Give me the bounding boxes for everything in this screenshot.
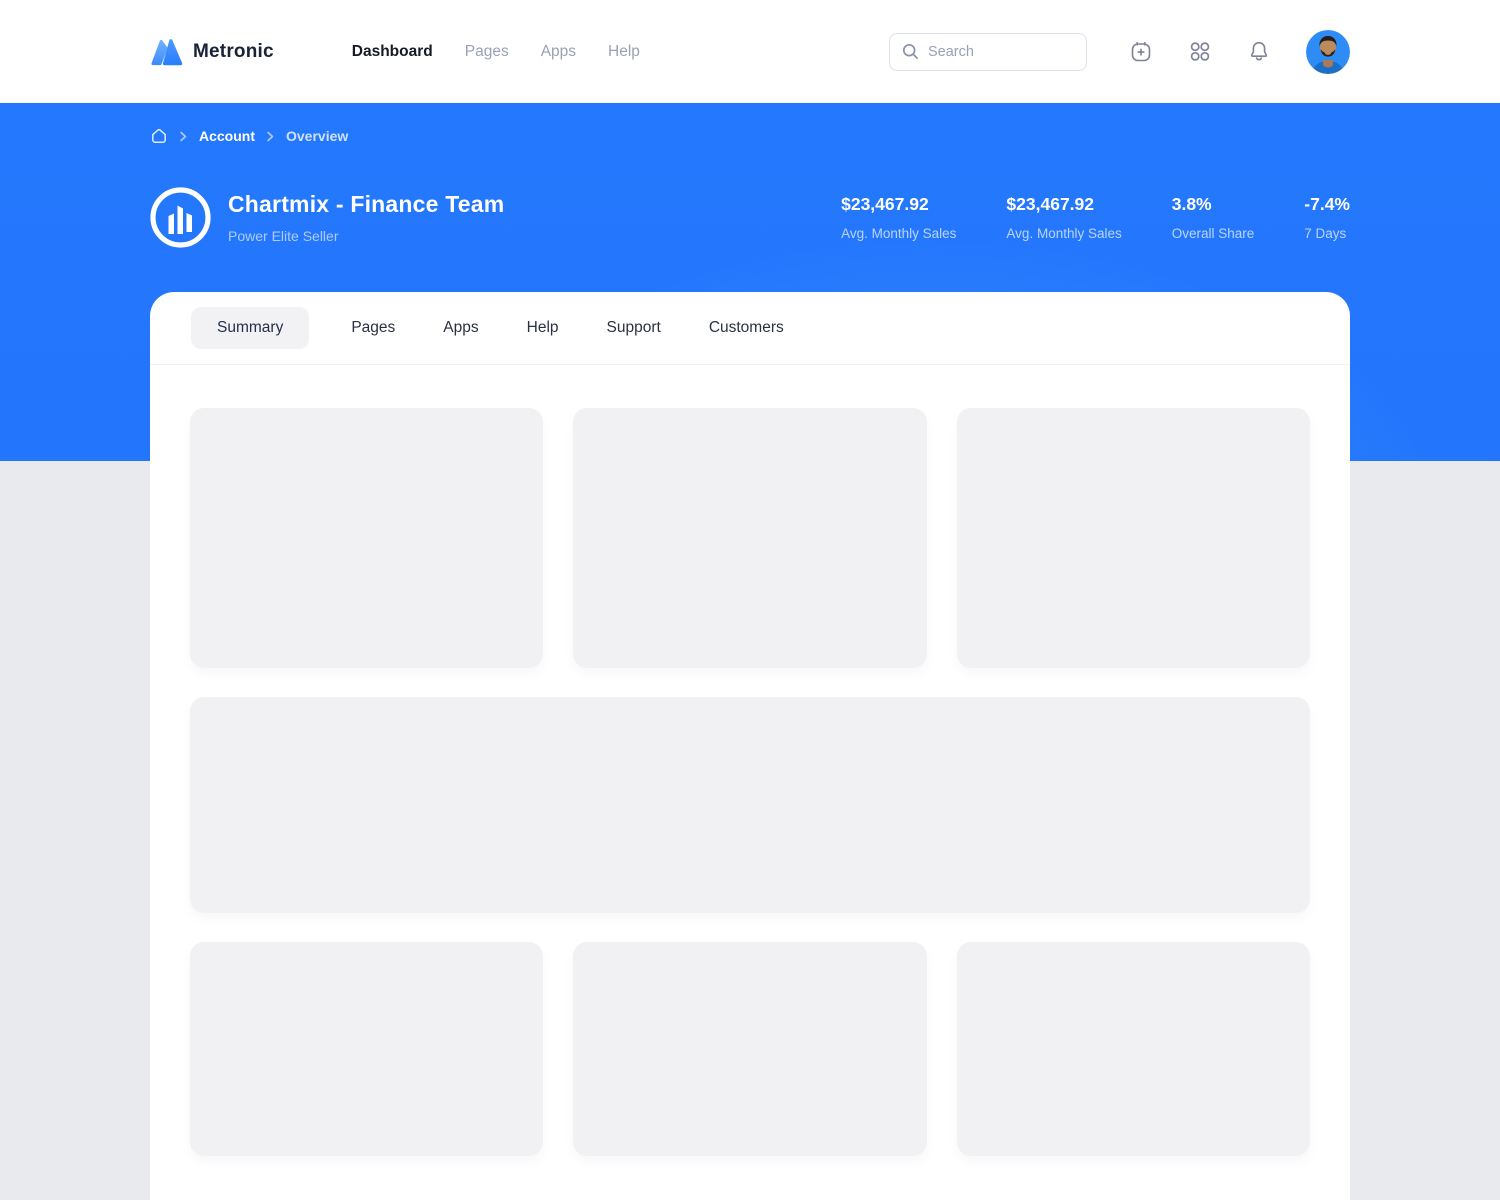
page: Metronic Dashboard Pages Apps Help bbox=[0, 0, 1500, 1200]
tab-help[interactable]: Help bbox=[521, 307, 565, 349]
placeholder-box-wide bbox=[190, 697, 1310, 913]
tab-summary[interactable]: Summary bbox=[191, 307, 309, 349]
chevron-right-icon bbox=[266, 131, 275, 142]
tab-apps[interactable]: Apps bbox=[437, 307, 484, 349]
chart-columns-circle-icon bbox=[150, 187, 211, 248]
header-icon-buttons bbox=[1129, 40, 1271, 64]
brand-logo[interactable]: Metronic bbox=[150, 37, 274, 67]
hero-stats: $23,467.92 Avg. Monthly Sales $23,467.92… bbox=[841, 194, 1350, 241]
apps-grid-icon[interactable] bbox=[1188, 40, 1212, 64]
tab-support[interactable]: Support bbox=[601, 307, 667, 349]
stat-value: 3.8% bbox=[1172, 194, 1255, 215]
stat-avg-monthly-sales-1: $23,467.92 Avg. Monthly Sales bbox=[841, 194, 956, 241]
search-input[interactable] bbox=[928, 44, 1058, 60]
chevron-right-icon bbox=[179, 131, 188, 142]
top-header: Metronic Dashboard Pages Apps Help bbox=[0, 0, 1500, 103]
nav-item-dashboard[interactable]: Dashboard bbox=[352, 43, 433, 61]
metronic-logo-icon bbox=[150, 37, 183, 67]
stat-label: Avg. Monthly Sales bbox=[1006, 226, 1121, 241]
header-actions bbox=[889, 30, 1350, 74]
stat-value: -7.4% bbox=[1304, 194, 1350, 215]
home-icon[interactable] bbox=[150, 127, 168, 145]
stat-label: 7 Days bbox=[1304, 226, 1350, 241]
placeholder-box bbox=[573, 408, 926, 668]
search-icon bbox=[902, 43, 919, 60]
placeholder-box bbox=[957, 408, 1310, 668]
page-title: Chartmix - Finance Team bbox=[228, 191, 504, 218]
summary-content bbox=[150, 365, 1350, 1156]
placeholder-box bbox=[190, 408, 543, 668]
brand-name: Metronic bbox=[193, 41, 274, 63]
nav-item-help[interactable]: Help bbox=[608, 43, 640, 61]
top-navigation: Dashboard Pages Apps Help bbox=[352, 43, 640, 61]
placeholder-box bbox=[190, 942, 543, 1156]
user-avatar[interactable] bbox=[1306, 30, 1350, 74]
stat-7-days: -7.4% 7 Days bbox=[1304, 194, 1350, 241]
stat-overall-share: 3.8% Overall Share bbox=[1172, 194, 1255, 241]
placeholder-box bbox=[573, 942, 926, 1156]
page-subtitle: Power Elite Seller bbox=[228, 228, 504, 244]
tab-bar: Summary Pages Apps Help Support Customer… bbox=[150, 292, 1350, 365]
tab-customers[interactable]: Customers bbox=[703, 307, 790, 349]
main-card: Summary Pages Apps Help Support Customer… bbox=[150, 292, 1350, 1200]
search-box[interactable] bbox=[889, 33, 1087, 71]
add-square-icon[interactable] bbox=[1129, 40, 1153, 64]
stat-value: $23,467.92 bbox=[1006, 194, 1121, 215]
nav-item-apps[interactable]: Apps bbox=[541, 43, 576, 61]
breadcrumb: Account Overview bbox=[150, 127, 348, 145]
bell-icon[interactable] bbox=[1247, 40, 1271, 64]
stat-value: $23,467.92 bbox=[841, 194, 956, 215]
breadcrumb-account[interactable]: Account bbox=[199, 128, 255, 144]
tab-pages[interactable]: Pages bbox=[345, 307, 401, 349]
stat-avg-monthly-sales-2: $23,467.92 Avg. Monthly Sales bbox=[1006, 194, 1121, 241]
nav-item-pages[interactable]: Pages bbox=[465, 43, 509, 61]
stat-label: Avg. Monthly Sales bbox=[841, 226, 956, 241]
breadcrumb-overview[interactable]: Overview bbox=[286, 128, 348, 144]
stat-label: Overall Share bbox=[1172, 226, 1255, 241]
profile-header: Chartmix - Finance Team Power Elite Sell… bbox=[150, 187, 1350, 248]
profile-texts: Chartmix - Finance Team Power Elite Sell… bbox=[228, 191, 504, 244]
placeholder-box bbox=[957, 942, 1310, 1156]
